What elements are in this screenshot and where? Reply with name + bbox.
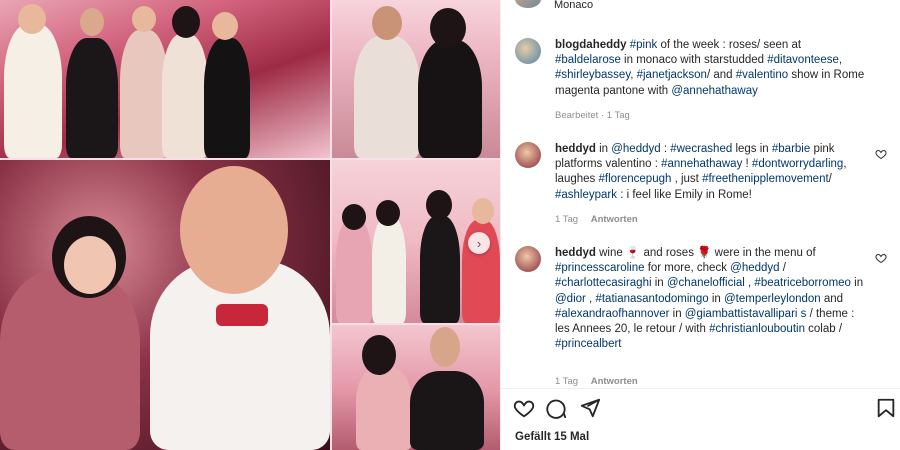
comment-body: in @heddyd : #wecrashed legs in #barbie …: [555, 143, 847, 201]
caption-username[interactable]: blogdaheddy: [555, 39, 627, 51]
post-actions-bar: Gefällt 15 Mal: [501, 388, 900, 450]
instagram-post-view: › Monaco blogdaheddy #pink of the week :…: [0, 0, 900, 450]
hashtag-link[interactable]: #florencepugh: [598, 173, 671, 185]
hashtag-link[interactable]: #tatianasantodomingo: [595, 293, 708, 305]
hashtag-link[interactable]: #baldelarose: [555, 54, 621, 66]
photo-two-guests: [332, 0, 500, 158]
mention-link[interactable]: @heddyd: [730, 262, 779, 274]
text-segment: , just: [671, 173, 703, 186]
reply-button[interactable]: Antworten: [591, 214, 638, 225]
reply-button[interactable]: Antworten: [591, 376, 638, 387]
mention-link[interactable]: @heddyd: [611, 143, 660, 155]
photo-dancing: [0, 160, 330, 450]
caption-meta: Bearbeitet · 1 Tag: [555, 110, 630, 121]
comment-body: wine 🍷 and roses 🌹 were in the menu of #…: [555, 247, 863, 350]
text-segment: :: [660, 143, 671, 155]
hashtag-link[interactable]: #princesscaroline: [555, 262, 645, 274]
hashtag-link[interactable]: #annehathaway: [661, 158, 742, 170]
hashtag-link[interactable]: #wecrashed: [670, 143, 732, 155]
text-segment: in: [651, 277, 667, 290]
text-segment: /: [828, 173, 832, 186]
text-segment: in: [595, 143, 612, 155]
text-segment: wine 🍷 and roses 🌹 were in the menu of: [595, 247, 816, 259]
mention-link[interactable]: @temperleylondon: [724, 293, 821, 305]
like-comment-heart-icon[interactable]: [875, 252, 887, 264]
text-segment: legs in: [732, 143, 772, 155]
likes-count[interactable]: Gefällt 15 Mal: [515, 431, 589, 443]
text-segment: ,: [585, 292, 596, 305]
comments-panel: Monaco blogdaheddy #pink of the week : r…: [500, 0, 900, 450]
text-segment: !: [742, 158, 752, 171]
hashtag-link[interactable]: #princealbert: [555, 338, 621, 350]
post-image-collage[interactable]: ›: [0, 0, 500, 450]
mention-link[interactable]: @giambattistavallipari s: [685, 308, 807, 320]
hashtag-link[interactable]: #freethenipplemovement: [702, 173, 829, 185]
photo-gala-group: [0, 0, 330, 158]
comment-meta: 1 Tag Antworten: [555, 376, 638, 387]
heart-icon[interactable]: [513, 397, 535, 419]
hashtag-link[interactable]: #ditavonteese: [767, 54, 839, 66]
text-segment: and: [820, 292, 844, 305]
text-segment: for more, check: [644, 262, 731, 275]
comment-username[interactable]: heddyd: [555, 247, 596, 259]
chevron-right-icon: ›: [476, 235, 482, 251]
bookmark-icon[interactable]: [875, 397, 897, 419]
hashtag-link[interactable]: #barbie: [772, 143, 810, 155]
text-segment: : i feel like Emily in Rome!: [617, 188, 752, 201]
text-segment: in: [708, 292, 724, 305]
text-segment: in: [669, 307, 685, 320]
share-icon[interactable]: [579, 397, 601, 419]
photo-couple: [332, 325, 500, 450]
avatar[interactable]: [515, 0, 541, 8]
comment-icon[interactable]: [545, 397, 567, 419]
text-segment: in: [850, 277, 864, 290]
next-slide-button[interactable]: ›: [468, 232, 490, 254]
hashtag-link[interactable]: #ashleypark: [555, 189, 617, 201]
hashtag-link[interactable]: #dontworrydarling: [752, 158, 843, 170]
mention-link[interactable]: @chanelofficial: [667, 277, 745, 289]
hashtag-link[interactable]: #janetjackson: [637, 69, 707, 81]
hashtag-link[interactable]: #beatriceborromeo: [754, 277, 851, 289]
text-segment: ,: [744, 277, 755, 290]
avatar[interactable]: [515, 38, 541, 64]
comment-time: 1 Tag: [555, 214, 579, 225]
caption-text: blogdaheddy #pink of the week : roses/ s…: [555, 38, 867, 99]
comment-time: 1 Tag: [555, 376, 579, 387]
text-segment: colab /: [804, 323, 843, 336]
avatar[interactable]: [515, 246, 541, 272]
like-comment-heart-icon[interactable]: [875, 148, 887, 160]
comments-scroll-area[interactable]: Monaco blogdaheddy #pink of the week : r…: [501, 0, 900, 388]
text-segment: of the week : roses/ seen at: [657, 39, 802, 51]
comment-username[interactable]: heddyd: [555, 143, 596, 155]
text-segment: /: [779, 262, 786, 275]
comment-text: heddyd in @heddyd : #wecrashed legs in #…: [555, 142, 867, 203]
hashtag-link[interactable]: #valentino: [736, 69, 788, 81]
text-segment: ,: [838, 54, 843, 67]
hashtag-link[interactable]: #shirleybassey: [555, 69, 630, 81]
location-label[interactable]: Monaco: [554, 0, 593, 11]
hashtag-link[interactable]: #christianlouboutin: [709, 323, 805, 335]
text-segment: in monaco with starstudded: [620, 54, 768, 67]
text-segment: / and: [706, 69, 736, 82]
hashtag-link[interactable]: #pink: [630, 39, 658, 51]
mention-link[interactable]: @annehathaway: [671, 85, 758, 97]
avatar[interactable]: [515, 142, 541, 168]
comment-meta: 1 Tag Antworten: [555, 214, 638, 225]
hashtag-link[interactable]: #charlottecasiraghi: [555, 277, 652, 289]
mention-link[interactable]: @dior: [555, 293, 586, 305]
hashtag-link[interactable]: #alexandraofhannover: [555, 308, 669, 320]
comment-text: heddyd wine 🍷 and roses 🌹 were in the me…: [555, 246, 867, 352]
